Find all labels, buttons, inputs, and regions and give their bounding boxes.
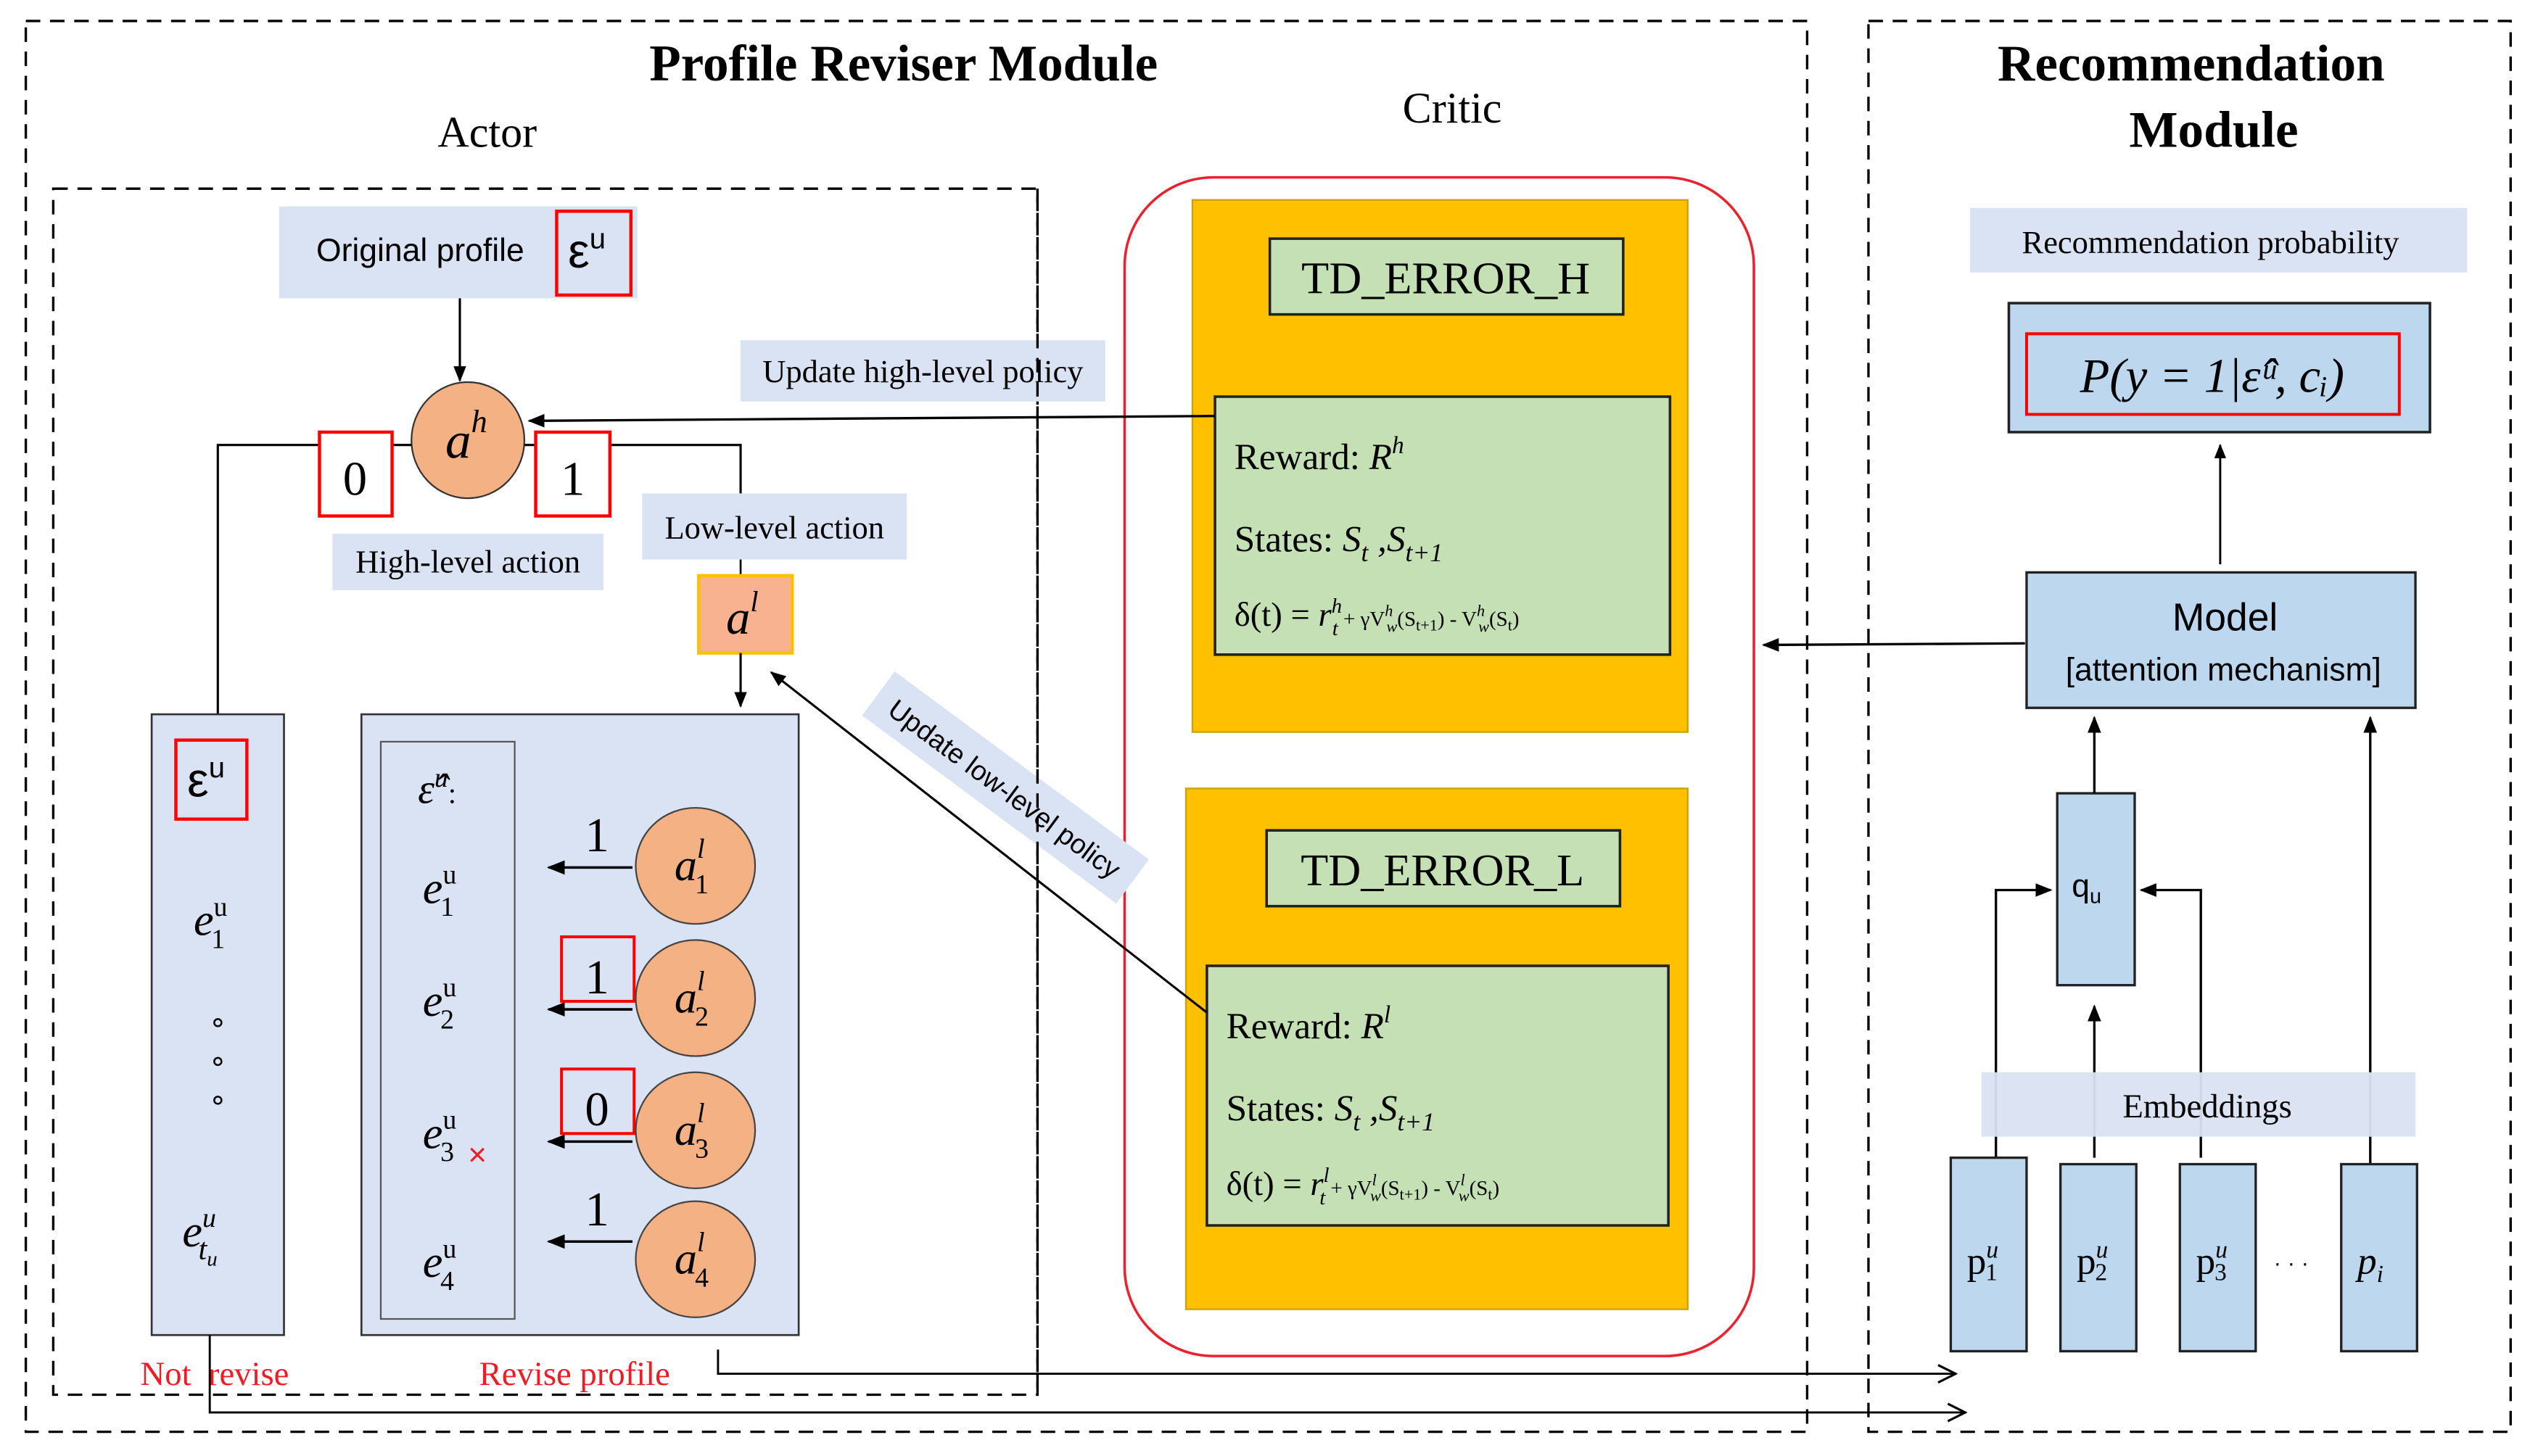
recommendation-module-title-line2: Module bbox=[2129, 102, 2298, 158]
item-embedding-box[interactable]: pu 3 bbox=[2178, 1162, 2257, 1353]
not-revise-label: Not revise bbox=[141, 1355, 289, 1393]
high-level-action-label: High-level action bbox=[355, 543, 580, 579]
high-level-action-node[interactable]: ah bbox=[411, 381, 526, 500]
ellipsis-dot: ∘ bbox=[209, 1084, 227, 1116]
recommendation-module-title-line1: Recommendation bbox=[1998, 36, 2385, 92]
not-revise-header-symbol: ε bbox=[187, 754, 209, 808]
update-high-level-policy-label: Update high-level policy bbox=[762, 353, 1084, 389]
svg-text:pu2: pu 2 bbox=[2077, 1236, 2108, 1286]
original-profile-label: Original profile bbox=[316, 233, 524, 268]
diagram-canvas: Profile Reviser Module Actor Critic Reco… bbox=[24, 20, 2512, 1434]
reward-text: Reward: Rh bbox=[1235, 432, 1404, 478]
low-level-action-node-4[interactable]: al 4 bbox=[635, 1200, 757, 1318]
high-level-action-label-box: High-level action bbox=[332, 534, 603, 590]
svg-text:pu1: pu 1 bbox=[1967, 1236, 1998, 1286]
recommendation-probability-box: P(y = 1|ε̂ᵘ, cᵢ) bbox=[2007, 302, 2431, 434]
low-level-action-label: Low-level action bbox=[664, 510, 884, 546]
ellipsis-dot: ∘ bbox=[209, 1046, 227, 1077]
td-error-title: TD_ERROR_L bbox=[1301, 846, 1584, 895]
original-profile-symbol: ε bbox=[568, 225, 590, 278]
low-level-action-node[interactable]: al bbox=[696, 574, 794, 655]
update-low-level-policy-label-box: Update low-level policy bbox=[862, 671, 1150, 904]
decision-value: 1 bbox=[585, 951, 609, 1004]
critic-title: Critic bbox=[1403, 83, 1502, 132]
embeddings-label-box: Embeddings bbox=[1981, 1072, 2416, 1137]
high-level-option-0: 0 bbox=[318, 430, 394, 518]
item-embedding-box[interactable]: pi bbox=[2340, 1162, 2418, 1353]
critic-block-l: TD_ERROR_LReward: RlStates: St ,St+1δ(t)… bbox=[1184, 787, 1689, 1310]
td-error-title: TD_ERROR_H bbox=[1301, 255, 1590, 304]
update-high-level-policy-label-box: Update high-level policy bbox=[741, 340, 1105, 402]
decision-value: 1 bbox=[585, 1183, 609, 1236]
reward-text: Reward: Rl bbox=[1227, 1001, 1391, 1047]
high-level-option-1: 1 bbox=[534, 430, 612, 518]
original-profile-sup: u bbox=[590, 223, 606, 255]
model-subtitle: [attention mechanism] bbox=[2066, 652, 2381, 687]
svg-text:pu3: pu 3 bbox=[2196, 1236, 2228, 1286]
critic-block-h: TD_ERROR_HReward: RhStates: St ,St+1δ(t)… bbox=[1191, 199, 1689, 733]
revise-profile-label: Revise profile bbox=[479, 1355, 670, 1393]
model-box[interactable]: Model [attention mechanism] bbox=[2025, 571, 2417, 709]
probability-formula: P(y = 1|ε̂ᵘ, cᵢ) bbox=[2080, 349, 2344, 402]
decision-value: 1 bbox=[585, 809, 609, 862]
low-level-action-node-1[interactable]: al 1 bbox=[635, 806, 757, 925]
arrow-model-to-critic bbox=[1762, 638, 2025, 652]
arrow-revised-profile-to-recommender bbox=[717, 1349, 1956, 1373]
low-level-action-node-2[interactable]: al 2 bbox=[635, 939, 757, 1057]
recommendation-probability-label-box: Recommendation probability bbox=[1970, 207, 2468, 273]
embeddings-label: Embeddings bbox=[2122, 1088, 2291, 1125]
model-title: Model bbox=[2172, 596, 2278, 639]
svg-text:1: 1 bbox=[561, 453, 585, 506]
items-ellipsis: · · · bbox=[2274, 1250, 2309, 1275]
low-level-action-label-box: Low-level action bbox=[642, 493, 907, 560]
item-embedding-box[interactable]: pu 1 bbox=[1949, 1156, 2028, 1353]
recommendation-probability-label: Recommendation probability bbox=[2022, 224, 2400, 260]
svg-text:0: 0 bbox=[343, 453, 367, 506]
ellipsis-dot: ∘ bbox=[209, 1006, 227, 1038]
profile-reviser-module-title: Profile Reviser Module bbox=[649, 36, 1158, 92]
decision-value: 0 bbox=[585, 1083, 609, 1136]
low-level-action-node-3[interactable]: al 3 bbox=[635, 1071, 757, 1189]
actor-title: Actor bbox=[437, 107, 537, 156]
update-low-level-policy-label: Update low-level policy bbox=[882, 694, 1126, 885]
original-profile-label-box: Original profile εu bbox=[279, 206, 638, 299]
not-revise-profile-column: εu eu 1 ∘ ∘ ∘ eu tu bbox=[150, 713, 285, 1336]
item-embedding-box[interactable]: pu 2 bbox=[2059, 1162, 2138, 1353]
removed-mark-icon: × bbox=[468, 1138, 487, 1173]
arrow-update-low-level-policy[interactable] bbox=[770, 671, 1208, 1014]
arrow-update-high-level-policy[interactable] bbox=[527, 413, 1216, 428]
user-query-box[interactable]: qu bbox=[2056, 792, 2136, 987]
